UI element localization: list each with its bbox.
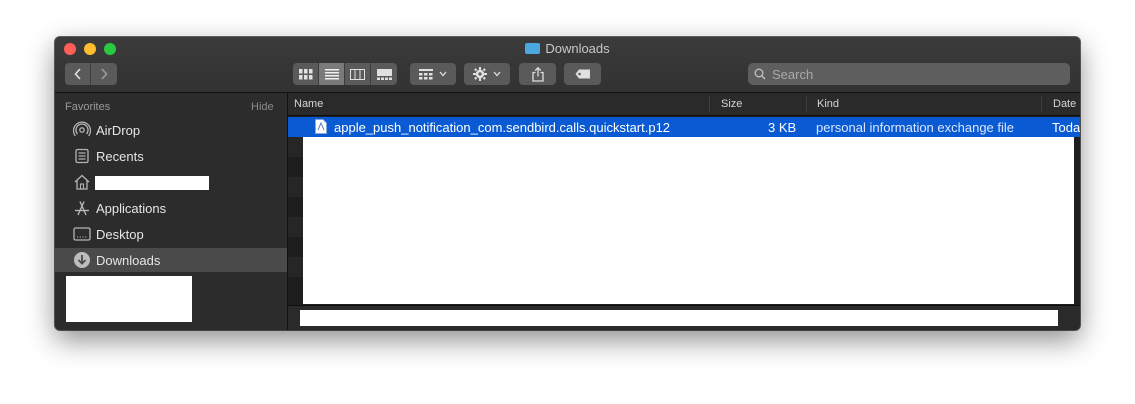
status-bar	[288, 305, 1080, 330]
sidebar-item-label: AirDrop	[96, 122, 141, 138]
share-button[interactable]	[519, 63, 556, 85]
file-name: apple_push_notification_com.sendbird.cal…	[334, 120, 671, 135]
empty-row	[288, 217, 303, 237]
folder-icon	[525, 43, 541, 54]
column-header: Name Size Kind Date	[288, 93, 1080, 116]
sidebar-item-home[interactable]	[55, 170, 287, 194]
desktop-icon	[73, 225, 91, 243]
gear-icon	[473, 67, 487, 81]
sidebar-item-recents[interactable]: Recents	[55, 144, 287, 168]
column-name[interactable]: Name	[294, 98, 323, 110]
share-icon	[531, 66, 544, 82]
empty-row	[288, 277, 303, 297]
back-button[interactable]	[65, 63, 91, 85]
redacted-block	[300, 310, 1058, 326]
applications-icon	[73, 199, 91, 217]
search-input[interactable]	[770, 65, 1064, 83]
column-kind[interactable]: Kind	[817, 98, 839, 110]
sidebar-item-airdrop[interactable]: AirDrop	[55, 118, 287, 142]
empty-row	[288, 237, 303, 257]
column-divider[interactable]	[709, 96, 710, 112]
sidebar-item-desktop[interactable]: Desktop	[55, 222, 287, 246]
icon-view-icon	[298, 68, 312, 79]
downloads-icon	[73, 251, 91, 269]
redacted-block	[66, 276, 192, 322]
empty-row	[288, 257, 303, 277]
sidebar-item-applications[interactable]: Applications	[55, 196, 287, 220]
tag-button[interactable]	[564, 63, 601, 85]
group-by-button[interactable]	[410, 63, 456, 85]
file-date: Toda	[1052, 120, 1080, 135]
chevron-down-icon	[439, 71, 447, 77]
chevron-down-icon	[493, 71, 501, 77]
icon-view-button[interactable]	[293, 63, 319, 85]
column-divider[interactable]	[806, 96, 807, 112]
nav-buttons	[65, 63, 117, 85]
sidebar-item-downloads[interactable]: Downloads	[55, 248, 287, 272]
table-row[interactable]: apple_push_notification_com.sendbird.cal…	[288, 117, 1080, 137]
window-title-text: Downloads	[545, 41, 610, 56]
sidebar-item-label: Applications	[96, 200, 167, 216]
empty-row	[288, 177, 303, 197]
file-kind: personal information exchange file	[816, 120, 1015, 135]
list-view-button[interactable]	[319, 63, 345, 85]
gallery-view-button[interactable]	[371, 63, 397, 85]
airdrop-icon	[73, 121, 91, 139]
empty-row	[288, 197, 303, 217]
column-size[interactable]: Size	[721, 98, 742, 110]
tag-icon	[575, 69, 590, 79]
sidebar-section-favorites: Favorites	[65, 101, 111, 113]
redacted-block	[303, 137, 1074, 304]
chevron-right-icon	[101, 68, 108, 80]
empty-row	[288, 137, 303, 157]
empty-row	[288, 157, 303, 177]
window-title: Downloads	[55, 41, 1080, 57]
redacted-block	[95, 176, 209, 190]
title-bar: Downloads	[55, 37, 1080, 93]
column-view-button[interactable]	[345, 63, 371, 85]
list-view-icon	[324, 68, 339, 79]
search-icon	[754, 68, 766, 80]
action-button[interactable]	[464, 63, 510, 85]
sidebar-item-label: Desktop	[96, 226, 144, 242]
gallery-view-icon	[376, 68, 392, 80]
chevron-left-icon	[73, 68, 81, 80]
sidebar-item-label: Downloads	[96, 252, 161, 268]
forward-button[interactable]	[91, 63, 117, 85]
file-icon	[315, 119, 327, 134]
recents-icon	[73, 147, 91, 165]
search-field[interactable]	[748, 63, 1070, 85]
file-list: Name Size Kind Date apple_push_notificat…	[288, 93, 1080, 330]
sidebar-hide-link[interactable]: Hide	[251, 101, 274, 113]
group-by-icon	[419, 68, 433, 79]
finder-window: Downloads Search Favorites Hide AirDrop …	[55, 37, 1080, 330]
file-size: 3 KB	[768, 120, 797, 135]
view-mode-control	[293, 63, 397, 85]
home-icon	[73, 173, 91, 191]
column-divider[interactable]	[1041, 96, 1042, 112]
sidebar: Favorites Hide AirDrop Recents Applicati…	[55, 93, 288, 330]
column-date[interactable]: Date	[1053, 98, 1076, 110]
sidebar-item-label: Recents	[96, 148, 144, 164]
column-view-icon	[350, 68, 365, 80]
